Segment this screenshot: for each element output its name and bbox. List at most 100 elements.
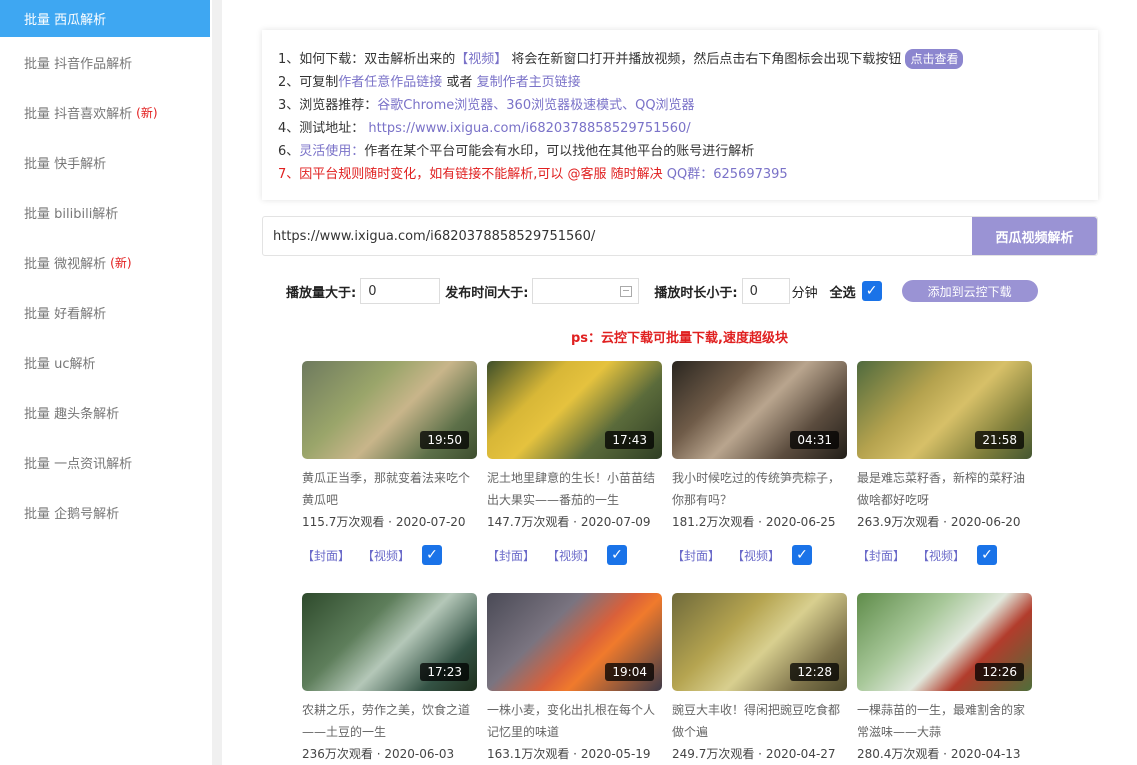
publish-date: 2020-06-03 — [384, 747, 455, 761]
video-card: 21:58 最是难忘菜籽香，新榨的菜籽油做啥都好吃呀 263.9万次观看 · 2… — [857, 361, 1032, 565]
view-count: 181.2万次观看 — [672, 515, 755, 529]
instruction-line-6: 6、灵活使用：作者在某个平台可能会有水印，可以找他在其他平台的账号进行解析 — [278, 140, 1082, 163]
sidebar-item-label: 批量 西瓜解析 — [24, 12, 107, 28]
author-work-link[interactable]: 作者任意作品链接 — [338, 75, 442, 90]
warning-text: 7、因平台规则随时变化，如有链接不能解析,可以 @客服 随时解决 — [278, 167, 663, 182]
sidebar-item-label: 批量 抖音喜欢解析 — [24, 106, 133, 122]
video-thumbnail[interactable]: 19:50 — [302, 361, 477, 459]
view-count: 147.7万次观看 — [487, 515, 570, 529]
publish-date: 2020-04-13 — [950, 747, 1021, 761]
video-select-checkbox[interactable]: ✓ — [607, 545, 628, 565]
cover-link[interactable]: 【封面】 — [302, 547, 350, 564]
video-thumbnail[interactable]: 17:43 — [487, 361, 662, 459]
author-home-link[interactable]: 复制作者主页链接 — [477, 75, 581, 90]
main-content: 1、如何下载：双击解析出来的【视频】 将会在新窗口打开并播放视频，然后点击右下角… — [222, 0, 1137, 765]
video-link[interactable]: 【视频】 — [732, 547, 780, 564]
video-card: 04:31 我小时候吃过的传统笋壳粽子，你那有吗？ 181.2万次观看 · 20… — [672, 361, 847, 565]
duration-badge: 17:43 — [605, 431, 654, 449]
card-actions: 【封面】 【视频】 ✓ — [857, 545, 1032, 565]
duration-value: 0 — [749, 283, 758, 299]
sidebar-item-uc[interactable]: 批量 uc解析 — [0, 337, 212, 387]
test-url-link[interactable]: https://www.ixigua.com/i6820378858529751… — [364, 121, 690, 136]
select-all-label: 全选 — [829, 285, 856, 301]
video-thumbnail[interactable]: 12:26 — [857, 593, 1032, 691]
view-demo-button[interactable]: 点击查看 — [905, 49, 964, 69]
sidebar-item-qutoutiao[interactable]: 批量 趣头条解析 — [0, 387, 212, 437]
video-thumbnail[interactable]: 21:58 — [857, 361, 1032, 459]
video-thumbnail[interactable]: 04:31 — [672, 361, 847, 459]
cover-link[interactable]: 【封面】 — [857, 547, 905, 564]
instruction-line-7: 7、因平台规则随时变化，如有链接不能解析,可以 @客服 随时解决 QQ群：625… — [278, 163, 1082, 186]
duration-badge: 04:31 — [790, 431, 839, 449]
sidebar-item-label: 批量 抖音作品解析 — [24, 56, 133, 72]
video-title: 泥土地里肆意的生长！小苗苗结出大果实——番茄的一生 — [487, 471, 656, 507]
view-count: 249.7万次观看 — [672, 747, 755, 761]
sidebar-item-kuaishou[interactable]: 批量 快手解析 — [0, 137, 212, 187]
video-thumbnail[interactable]: 12:28 — [672, 593, 847, 691]
cover-link[interactable]: 【封面】 — [487, 547, 535, 564]
new-badge: (新) — [136, 105, 158, 120]
instruction-text: 将会在新窗口打开并播放视频，然后点击右下角图标会出现下载按钮 — [507, 52, 902, 67]
instruction-text: 1、如何下载：双击解析出来的 — [278, 52, 456, 67]
flexible-use-link: 灵活使用： — [299, 144, 365, 159]
video-select-checkbox[interactable]: ✓ — [792, 545, 813, 565]
publish-date: 2020-06-25 — [765, 515, 836, 529]
instruction-text: 2、可复制 — [278, 75, 339, 90]
video-title: 一株小麦，变化出扎根在每个人记忆里的味道 — [487, 703, 656, 739]
duration-badge: 19:50 — [420, 431, 469, 449]
video-meta: 147.7万次观看 · 2020-07-09 — [487, 515, 651, 529]
qq-group-link[interactable]: QQ群：625697395 — [663, 167, 788, 182]
browser-recommend-link: 谷歌Chrome浏览器、360浏览器极速模式、QQ浏览器 — [377, 98, 695, 113]
duration-badge: 12:28 — [790, 663, 839, 681]
video-card: 12:28 豌豆大丰收！得闲把豌豆吃食都做个遍 249.7万次观看 · 2020… — [672, 593, 847, 763]
sidebar-item-qiehao[interactable]: 批量 企鹅号解析 — [0, 487, 212, 537]
video-link[interactable]: 【视频】 — [917, 547, 965, 564]
instruction-line-2: 2、可复制作者任意作品链接 或者 复制作者主页链接 — [278, 71, 1082, 94]
publish-date: 2020-07-20 — [395, 515, 466, 529]
video-thumbnail[interactable]: 17:23 — [302, 593, 477, 691]
publish-date: 2020-07-09 — [580, 515, 651, 529]
video-thumbnail[interactable]: 19:04 — [487, 593, 662, 691]
sidebar-item-haokan[interactable]: 批量 好看解析 — [0, 287, 212, 337]
video-card: 19:50 黄瓜正当季，那就变着法来吃个黄瓜吧 115.7万次观看 · 2020… — [302, 361, 477, 565]
sidebar-item-label: 批量 微视解析 — [24, 256, 107, 272]
view-count: 115.7万次观看 — [302, 515, 385, 529]
duration-unit: 分钟 — [791, 285, 818, 301]
instructions-panel: 1、如何下载：双击解析出来的【视频】 将会在新窗口打开并播放视频，然后点击右下角… — [262, 30, 1098, 200]
sidebar-item-label: 批量 企鹅号解析 — [24, 506, 120, 522]
sidebar-item-label: 批量 趣头条解析 — [24, 406, 120, 422]
cover-link[interactable]: 【封面】 — [672, 547, 720, 564]
parse-button[interactable]: 西瓜视频解析 — [972, 217, 1097, 255]
video-title: 我小时候吃过的传统笋壳粽子，你那有吗？ — [672, 471, 841, 507]
view-count: 163.1万次观看 — [487, 747, 570, 761]
date-input[interactable] — [532, 278, 640, 304]
plays-input[interactable]: 0 — [360, 278, 441, 304]
sidebar-item-douyin-likes[interactable]: 批量 抖音喜欢解析 (新) — [0, 87, 212, 137]
sidebar-item-douyin-works[interactable]: 批量 抖音作品解析 — [0, 37, 212, 87]
duration-label: 播放时长小于: — [654, 285, 738, 301]
new-badge: (新) — [110, 255, 132, 270]
sidebar-item-xigua[interactable]: 批量 西瓜解析 — [0, 0, 210, 37]
video-select-checkbox[interactable]: ✓ — [422, 545, 443, 565]
duration-input[interactable]: 0 — [741, 278, 790, 304]
sidebar-item-bilibili[interactable]: 批量 bilibili解析 — [0, 187, 212, 237]
add-cloud-download-button[interactable]: 添加到云控下载 — [901, 280, 1038, 302]
instruction-line-3: 3、浏览器推荐：谷歌Chrome浏览器、360浏览器极速模式、QQ浏览器 — [278, 94, 1082, 117]
video-link[interactable]: 【视频】 — [362, 547, 410, 564]
instruction-text: 4、测试地址： — [278, 121, 365, 136]
video-title: 豌豆大丰收！得闲把豌豆吃食都做个遍 — [672, 703, 841, 739]
select-all-checkbox[interactable]: ✓ — [861, 281, 882, 301]
sidebar-item-yidian[interactable]: 批量 一点资讯解析 — [0, 437, 212, 487]
instruction-text: 作者在某个平台可能会有水印，可以找他在其他平台的账号进行解析 — [364, 144, 755, 159]
video-card: 17:23 农耕之乐，劳作之美，饮食之道——土豆的一生 236万次观看 · 20… — [302, 593, 477, 763]
video-select-checkbox[interactable]: ✓ — [977, 545, 998, 565]
filter-bar: 播放量大于: 0 发布时间大于: 播放时长小于: 0 分钟 全选 ✓ 添加到云控… — [286, 278, 1038, 304]
sidebar-item-label: 批量 好看解析 — [24, 306, 107, 322]
video-meta: 181.2万次观看 · 2020-06-25 — [672, 515, 836, 529]
sidebar-item-weishi[interactable]: 批量 微视解析 (新) — [0, 237, 212, 287]
url-input[interactable] — [263, 217, 972, 255]
calendar-icon[interactable] — [620, 285, 633, 297]
video-link[interactable]: 【视频】 — [547, 547, 595, 564]
instruction-line-1: 1、如何下载：双击解析出来的【视频】 将会在新窗口打开并播放视频，然后点击右下角… — [278, 48, 1082, 71]
ps-note: ps：云控下载可批量下载,速度超级块 — [571, 331, 788, 346]
